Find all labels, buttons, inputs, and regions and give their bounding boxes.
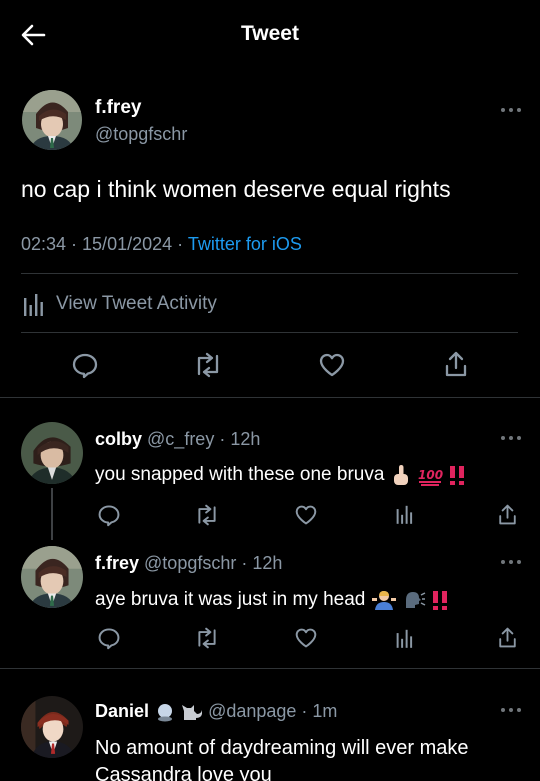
avatar[interactable] [21, 696, 83, 758]
share-icon[interactable] [497, 503, 518, 526]
more-options-icon[interactable] [499, 704, 523, 716]
reply-text-line-1: No amount of daydreaming will ever make [95, 737, 469, 759]
more-options-icon[interactable] [499, 556, 523, 568]
retweet-icon[interactable] [193, 352, 223, 378]
divider [0, 668, 540, 669]
top-bar: Tweet [0, 0, 540, 70]
reply-handle-time: @danpage · 1m [208, 701, 338, 721]
reply-author-name[interactable]: f.frey [95, 553, 139, 573]
reply-text: you snapped with these one bruva 100 [95, 463, 468, 487]
black-cat-emoji-icon [182, 705, 203, 721]
like-icon[interactable] [294, 627, 318, 649]
retweet-icon[interactable] [194, 627, 220, 649]
view-activity-button[interactable]: View Tweet Activity [22, 290, 217, 318]
reply-text: aye bruva it was just in my head [95, 588, 451, 612]
reply-text-line-2: Cassandra love you [95, 764, 272, 781]
divider [21, 273, 518, 274]
avatar[interactable] [21, 422, 83, 484]
more-options-icon[interactable] [499, 432, 523, 444]
reply-author-name[interactable]: colby [95, 429, 142, 449]
analytics-icon [24, 294, 43, 316]
person-shrugging-emoji-icon [371, 591, 396, 610]
thread-connector [51, 488, 53, 540]
divider [21, 332, 518, 333]
retweet-icon[interactable] [194, 504, 220, 526]
like-icon[interactable] [294, 504, 318, 526]
reply-text-content: aye bruva it was just in my head [95, 589, 366, 611]
speaking-head-emoji-icon [405, 592, 426, 608]
share-icon[interactable] [497, 626, 518, 649]
author-handle[interactable]: @topgfschr [95, 124, 187, 145]
reply-handle-time: @topgfschr · 12h [144, 553, 283, 573]
divider [0, 397, 540, 398]
reply-author[interactable]: Daniel @danpage · 1m [95, 701, 337, 722]
reply-icon[interactable] [97, 503, 121, 527]
tweet-text: no cap i think women deserve equal right… [21, 176, 451, 202]
avatar[interactable] [21, 546, 83, 608]
reply-text-content: you snapped with these one bruva [95, 464, 385, 486]
double-exclamation-emoji-icon [450, 466, 465, 485]
share-icon[interactable] [443, 350, 469, 378]
reply-handle-time: @c_frey · 12h [147, 429, 261, 449]
more-options-icon[interactable] [499, 104, 523, 116]
reply-icon[interactable] [97, 626, 121, 650]
tweet-meta: 02:34 · 15/01/2024 · Twitter for iOS [21, 234, 302, 255]
reply-author[interactable]: colby @c_frey · 12h [95, 429, 260, 450]
author-name[interactable]: f.frey [95, 97, 141, 119]
view-activity-label: View Tweet Activity [56, 293, 217, 314]
analytics-icon[interactable] [395, 504, 413, 524]
hundred-points-emoji-icon: 100 [418, 468, 443, 486]
double-exclamation-emoji-icon [433, 591, 448, 610]
analytics-icon[interactable] [395, 628, 413, 648]
crystal-ball-emoji-icon [158, 704, 173, 722]
index-finger-emoji-icon [393, 465, 408, 485]
reply-author-name[interactable]: Daniel [95, 701, 149, 721]
page-title: Tweet [241, 22, 299, 45]
reply-icon[interactable] [71, 351, 99, 379]
avatar[interactable] [22, 90, 82, 150]
reply-author[interactable]: f.frey @topgfschr · 12h [95, 553, 282, 574]
like-icon[interactable] [318, 352, 346, 378]
tweet-timestamp: 02:34 · 15/01/2024 · [21, 234, 184, 254]
tweet-source[interactable]: Twitter for iOS [188, 234, 302, 254]
svg-text:100: 100 [418, 468, 443, 482]
